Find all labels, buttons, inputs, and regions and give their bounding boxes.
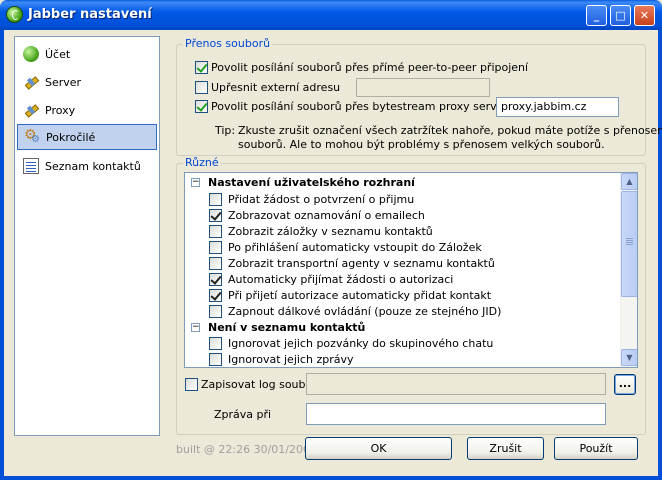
tree-item-label: Přidat žádost o potvrzení o přijmu [228, 193, 415, 206]
sidebar-item-contact-list[interactable]: Seznam kontaktů [17, 153, 157, 179]
tree-item-checkbox[interactable] [209, 257, 222, 270]
jabber-account-icon [23, 46, 39, 62]
plug-icon [23, 74, 39, 90]
plug-icon [23, 102, 39, 118]
tree-item-label: Automaticky přijímat žádosti o autorizac… [228, 273, 454, 286]
tree-item-checkbox[interactable] [209, 353, 222, 366]
scroll-up-icon[interactable]: ▲ [621, 173, 637, 190]
tree-item-checkbox[interactable] [209, 305, 222, 318]
tree-item-checkbox[interactable] [209, 193, 222, 206]
close-button[interactable]: ✕ [634, 5, 655, 26]
misc-title: Různé [183, 156, 221, 169]
tree-category-ui: Nastavení uživatelského rozhraní [208, 176, 415, 189]
settings-tree[interactable]: − Nastavení uživatelského rozhraní Přida… [184, 172, 638, 368]
p2p-checkbox[interactable] [195, 61, 208, 74]
sidebar-item-label: Pokročilé [46, 130, 96, 144]
sidebar-item-advanced[interactable]: Pokročilé [17, 124, 157, 150]
proxy-label: Povolit posílání souborů přes bytestream… [211, 100, 508, 113]
tip-label: Tip: [215, 124, 236, 137]
tree-item-label: Zobrazovat oznamování o emailech [228, 209, 425, 222]
external-address-checkbox[interactable] [195, 81, 208, 94]
external-address-input[interactable] [356, 78, 490, 97]
scrollbar-thumb[interactable] [621, 191, 637, 297]
sidebar-item-server[interactable]: Server [17, 69, 157, 95]
window-frame-left [0, 30, 4, 480]
grip-icon [626, 238, 633, 239]
build-info: built @ 22:26 30/01/2009 [176, 443, 317, 456]
scroll-down-icon[interactable]: ▼ [621, 349, 637, 366]
collapse-icon[interactable]: − [191, 178, 200, 187]
settings-sidebar: Účet Server Proxy Pokročilé Seznam konta… [14, 36, 160, 436]
tree-item-label: Ignorovat jejich pozvánky do skupinového… [228, 337, 494, 350]
title-bar[interactable]: Jabber nastavení _ □ ✕ [0, 0, 662, 30]
tree-item-checkbox[interactable] [209, 241, 222, 254]
tree-item-label: Po přihlášení automaticky vstoupit do Zá… [228, 241, 482, 254]
p2p-label: Povolit posílání souborů přes přímé peer… [211, 61, 529, 74]
file-transfer-title: Přenos souborů [183, 37, 273, 50]
tree-item-label: Zapnout dálkové ovládání (pouze ze stejn… [228, 305, 502, 318]
collapse-icon[interactable]: − [191, 323, 200, 332]
sidebar-item-account[interactable]: Účet [17, 41, 157, 67]
tree-item-label: Zobrazit transportní agenty v seznamu ko… [228, 257, 495, 270]
window-title: Jabber nastavení [28, 7, 152, 22]
log-file-checkbox[interactable] [185, 378, 198, 391]
tree-item-label: Ignorovat jejich zprávy [228, 353, 354, 366]
sidebar-item-label: Účet [45, 47, 71, 61]
apply-button[interactable]: Použít [554, 437, 638, 460]
tip-text-line2: souborů. Ale to mohou být problémy s pře… [238, 138, 605, 151]
sidebar-item-label: Proxy [45, 103, 76, 117]
tree-item-checkbox[interactable] [209, 209, 222, 222]
tree-category-not-in-roster: Není v seznamu kontaktů [208, 321, 366, 334]
jabber-app-icon [6, 6, 23, 23]
tree-item-checkbox[interactable] [209, 273, 222, 286]
log-file-label: Zapisovat log soubor [201, 378, 317, 391]
window-frame-right [658, 30, 662, 480]
proxy-checkbox[interactable] [195, 100, 208, 113]
gears-icon [24, 127, 40, 145]
external-address-label: Upřesnit externí adresu [211, 81, 341, 94]
minimize-button[interactable]: _ [586, 5, 607, 26]
contact-list-icon [23, 158, 39, 174]
window-frame-bottom [0, 476, 662, 480]
tree-item-label: Zobrazit záložky v seznamu kontaktů [228, 225, 433, 238]
sidebar-item-proxy[interactable]: Proxy [17, 97, 157, 123]
maximize-button[interactable]: □ [610, 5, 631, 26]
sidebar-item-label: Seznam kontaktů [45, 159, 141, 173]
tip-text-line1: Zkuste zrušit označení všech zatržítek n… [238, 124, 662, 137]
sidebar-item-label: Server [45, 75, 82, 89]
log-file-input[interactable] [306, 373, 606, 395]
tree-item-checkbox[interactable] [209, 289, 222, 302]
message-input[interactable] [306, 403, 606, 425]
tree-item-checkbox[interactable] [209, 225, 222, 238]
tree-item-checkbox[interactable] [209, 337, 222, 350]
ok-button[interactable]: OK [305, 437, 452, 460]
proxy-server-input[interactable]: proxy.jabbim.cz [496, 97, 619, 117]
cancel-button[interactable]: Zrušit [467, 437, 544, 460]
tree-item-label: Při přijetí autorizace automaticky přida… [228, 289, 492, 302]
tree-scrollbar[interactable]: ▲ ▼ [620, 173, 637, 367]
browse-button[interactable]: ... [614, 374, 636, 395]
message-label: Zpráva při [214, 408, 272, 421]
